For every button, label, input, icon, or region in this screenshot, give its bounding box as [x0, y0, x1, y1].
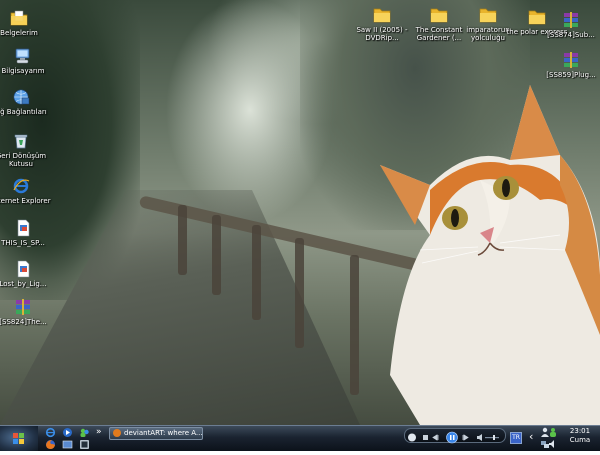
- computer-icon: [15, 48, 30, 64]
- clock-time: 23:01: [569, 427, 591, 435]
- firefox-icon[interactable]: [45, 439, 56, 450]
- play-icon: [446, 431, 458, 444]
- ie-icon[interactable]: [45, 427, 56, 438]
- desktop-icon-geri-donusum[interactable]: Geri Dönüşüm Kutusu: [0, 132, 56, 168]
- wallpaper-post: [350, 255, 359, 395]
- stop-icon: [423, 435, 428, 440]
- desktop-icon-label: Belgelerim: [0, 29, 38, 37]
- app-icon[interactable]: [79, 439, 90, 450]
- quick-launch-more-button[interactable]: »: [96, 427, 102, 437]
- desktop-icon-label: Geri Dönüşüm Kutusu: [0, 152, 47, 168]
- desktop-icon-file-this[interactable]: THIS_IS_SP...: [0, 219, 58, 247]
- clock-day: Cuma: [569, 436, 591, 444]
- desktop-icon-label: Internet Explorer: [0, 197, 51, 205]
- ie-icon: [13, 178, 30, 194]
- desktop-icon-label: Bilgisayarım: [1, 67, 45, 75]
- firefox-icon: [113, 429, 121, 437]
- media-player-icon[interactable]: [62, 427, 73, 438]
- desktop-icon-label: Lost_by_Lig...: [0, 280, 47, 288]
- rar-archive-icon: [564, 12, 578, 28]
- desktop-icon-label: [SS874]Sub...: [547, 31, 595, 39]
- language-label: TR: [512, 434, 520, 441]
- restore-player-icon: [408, 433, 416, 442]
- messenger-icon[interactable]: [79, 427, 90, 438]
- document-icon: [17, 260, 30, 278]
- desktop-icon-file-lost[interactable]: Lost_by_Lig...: [0, 260, 58, 288]
- show-desktop-icon[interactable]: [62, 439, 73, 450]
- folder-icon: [430, 8, 448, 23]
- clock[interactable]: 23:01 Cuma: [560, 427, 600, 445]
- wallpaper-post: [252, 225, 261, 320]
- start-button[interactable]: [0, 426, 38, 451]
- taskbar-button-label: deviantART: where A...: [124, 429, 203, 437]
- rar-archive-icon: [16, 299, 30, 315]
- taskbar: » deviantART: where A... TR ‹ 23:01 Cuma: [0, 425, 600, 451]
- desktop-icon-label: [SS859]Plug...: [546, 71, 596, 79]
- folder-icon: [373, 8, 391, 23]
- rar-archive-icon: [564, 52, 578, 68]
- document-icon: [17, 219, 30, 237]
- desktop-icon-bilgisayarim[interactable]: Bilgisayarım: [0, 47, 58, 75]
- desktop-icon-belgelerim[interactable]: Belgelerim: [0, 9, 54, 37]
- prev-icon: [432, 434, 439, 441]
- wallpaper-cat: [380, 85, 600, 425]
- media-controls: [408, 431, 499, 444]
- windows-logo-icon: [13, 433, 24, 444]
- tray-expand-button[interactable]: ‹: [529, 430, 533, 443]
- volume-tray-icon[interactable]: [549, 439, 557, 449]
- folder-icon: [479, 8, 497, 23]
- media-player-toolbar: [404, 428, 506, 444]
- wallpaper-post: [295, 238, 304, 348]
- next-icon: [462, 434, 469, 441]
- taskbar-button-deviantart[interactable]: deviantART: where A...: [109, 427, 203, 440]
- desktop-icon-rar-2[interactable]: [SS874]Sub...: [536, 11, 600, 39]
- desktop-icon-label: [SS824]The...: [0, 318, 47, 326]
- desktop-icon-ag-baglantilari[interactable]: Ağ Bağlantıları: [0, 88, 56, 116]
- desktop-icon-internet-explorer[interactable]: Internet Explorer: [0, 177, 56, 205]
- wallpaper-post: [178, 205, 187, 275]
- messenger-tray-icon[interactable]: [549, 427, 557, 437]
- volume-icon: [477, 434, 482, 441]
- folder-documents-icon: [10, 10, 28, 26]
- network-icon: [13, 89, 30, 105]
- desktop-icon-rar-3[interactable]: [SS859]Plug...: [536, 51, 600, 79]
- desktop-wallpaper: [0, 0, 600, 425]
- wallpaper-post: [212, 215, 221, 295]
- desktop-icon-label: THIS_IS_SP...: [1, 239, 45, 247]
- recycle-bin-icon: [14, 134, 28, 149]
- language-indicator[interactable]: TR: [510, 432, 522, 444]
- desktop-icon-rar-1[interactable]: [SS824]The...: [0, 298, 58, 326]
- desktop-icon-label: Ağ Bağlantıları: [0, 108, 47, 116]
